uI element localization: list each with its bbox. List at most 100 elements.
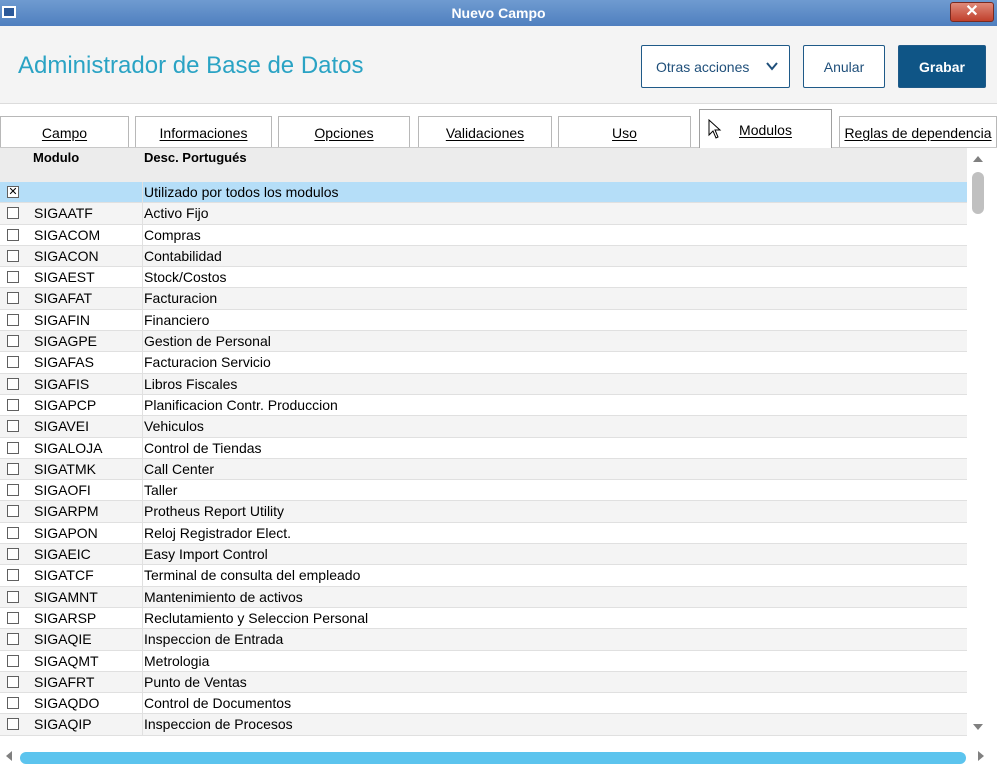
table-row[interactable]: SIGATCF Terminal de consulta del empleado: [0, 565, 967, 587]
column-header-desc[interactable]: Desc. Portugués: [144, 150, 247, 165]
checkbox[interactable]: [7, 675, 19, 688]
column-divider: [142, 480, 143, 501]
column-divider: [142, 373, 143, 394]
module-code: SIGAEIC: [34, 546, 91, 563]
module-description: Taller: [144, 482, 178, 499]
checkbox[interactable]: [7, 377, 19, 390]
module-description: Reclutamiento y Seleccion Personal: [144, 609, 369, 626]
table-row[interactable]: ✕ Utilizado por todos los modulos: [0, 182, 967, 204]
module-code: SIGAPCP: [34, 396, 97, 413]
table-row[interactable]: SIGALOJA Control de Tiendas: [0, 437, 967, 459]
module-description: Utilizado por todos los modulos: [144, 184, 339, 200]
checkbox[interactable]: [7, 590, 19, 603]
table-row[interactable]: SIGAFRT Punto de Ventas: [0, 671, 967, 694]
checkbox[interactable]: [7, 633, 19, 646]
vertical-scrollbar[interactable]: [967, 148, 989, 738]
column-divider: [142, 224, 143, 245]
save-button[interactable]: Grabar: [898, 45, 986, 88]
scroll-up-arrow-icon[interactable]: [973, 154, 983, 164]
checkbox[interactable]: [7, 356, 19, 369]
module-description: Financiero: [144, 311, 210, 328]
checkbox[interactable]: [7, 462, 19, 475]
tab-reglas-de-dependencia[interactable]: Reglas de dependencia: [839, 116, 997, 147]
table-row[interactable]: SIGAGPE Gestion de Personal: [0, 331, 967, 353]
checkbox[interactable]: [7, 271, 19, 284]
scroll-right-arrow-icon[interactable]: [976, 751, 986, 761]
horizontal-scrollbar[interactable]: [0, 748, 997, 764]
module-description: Punto de Ventas: [144, 673, 247, 690]
table-row[interactable]: SIGAPON Reloj Registrador Elect.: [0, 522, 967, 545]
module-description: Facturacion: [144, 290, 218, 307]
checkbox[interactable]: [7, 718, 19, 731]
column-divider: [142, 182, 143, 203]
checkbox[interactable]: [7, 654, 19, 667]
column-header-modulo[interactable]: Modulo: [33, 150, 79, 165]
checkbox[interactable]: [7, 611, 19, 624]
window-close-button[interactable]: ✕: [950, 2, 994, 22]
table-row[interactable]: SIGAEST Stock/Costos: [0, 267, 967, 289]
checkbox[interactable]: [7, 292, 19, 305]
checkbox[interactable]: [7, 569, 19, 582]
tab-uso[interactable]: Uso: [558, 116, 691, 147]
checkbox[interactable]: [7, 335, 19, 348]
table-row[interactable]: SIGAQIP Inspeccion de Procesos: [0, 714, 967, 736]
checkbox[interactable]: [7, 441, 19, 454]
modules-grid: ✕ Utilizado por todos los modulos SIGAATF A…: [0, 182, 967, 736]
table-row[interactable]: SIGAQMT Metrologia: [0, 650, 967, 672]
table-row[interactable]: SIGAFAT Facturacion: [0, 288, 967, 310]
column-divider: [142, 586, 143, 607]
table-row[interactable]: SIGAQIE Inspeccion de Entrada: [0, 629, 967, 651]
checkbox[interactable]: [7, 249, 19, 262]
vertical-scroll-thumb[interactable]: [972, 172, 984, 214]
page-header: Administrador de Base de Datos Otras acc…: [0, 26, 997, 104]
table-row[interactable]: SIGAFAS Facturacion Servicio: [0, 352, 967, 374]
cancel-button[interactable]: Anular: [803, 45, 885, 88]
table-row[interactable]: SIGAFIS Libros Fiscales: [0, 373, 967, 395]
grid-header: Modulo Desc. Portugués: [0, 148, 967, 182]
module-description: Stock/Costos: [144, 269, 227, 286]
horizontal-scroll-thumb[interactable]: [20, 752, 966, 764]
module-code: SIGACON: [34, 247, 99, 264]
checkbox[interactable]: [7, 420, 19, 433]
column-divider: [142, 714, 143, 735]
scroll-left-arrow-icon[interactable]: [4, 751, 14, 761]
table-row[interactable]: SIGARPM Protheus Report Utility: [0, 501, 967, 523]
tab-campo[interactable]: Campo: [0, 116, 129, 147]
module-code: SIGAMNT: [34, 588, 98, 605]
checkbox[interactable]: [7, 207, 19, 220]
checkbox[interactable]: [7, 398, 19, 411]
table-row[interactable]: SIGAATF Activo Fijo: [0, 203, 967, 225]
checkbox[interactable]: [7, 697, 19, 710]
module-description: Protheus Report Utility: [144, 503, 285, 520]
other-actions-button[interactable]: Otras acciones: [641, 45, 790, 88]
table-row[interactable]: SIGATMK Call Center: [0, 458, 967, 481]
checkbox[interactable]: [7, 484, 19, 497]
column-divider: [142, 437, 143, 458]
module-description: Planificacion Contr. Produccion: [144, 396, 338, 413]
table-row[interactable]: SIGAMNT Mantenimiento de activos: [0, 586, 967, 608]
module-description: Inspeccion de Procesos: [144, 716, 293, 733]
checkbox-checked[interactable]: ✕: [7, 186, 19, 198]
checkbox[interactable]: [7, 526, 19, 539]
table-row[interactable]: SIGACON Contabilidad: [0, 245, 967, 268]
module-code: SIGAFAT: [34, 290, 93, 307]
table-row[interactable]: SIGAFIN Financiero: [0, 309, 967, 332]
table-row[interactable]: SIGAOFI Taller: [0, 480, 967, 502]
table-row[interactable]: SIGAEIC Easy Import Control: [0, 544, 967, 566]
tab-informaciones[interactable]: Informaciones: [135, 116, 272, 147]
table-row[interactable]: SIGAPCP Planificacion Contr. Produccion: [0, 394, 967, 417]
table-row[interactable]: SIGAVEI Vehiculos: [0, 416, 967, 438]
table-row[interactable]: SIGAQDO Control de Documentos: [0, 693, 967, 715]
table-row[interactable]: SIGACOM Compras: [0, 224, 967, 246]
checkbox[interactable]: [7, 548, 19, 561]
tab-modulos[interactable]: Modulos: [699, 109, 832, 149]
checkbox[interactable]: [7, 228, 19, 241]
tab-opciones[interactable]: Opciones: [278, 116, 410, 147]
module-code: SIGAQDO: [34, 695, 100, 712]
checkbox[interactable]: [7, 505, 19, 518]
table-row[interactable]: SIGARSP Reclutamiento y Seleccion Persona…: [0, 607, 967, 630]
checkbox[interactable]: [7, 313, 19, 326]
tab-validaciones[interactable]: Validaciones: [418, 116, 552, 147]
module-code: SIGAATF: [34, 205, 93, 222]
scroll-down-arrow-icon[interactable]: [973, 722, 983, 732]
